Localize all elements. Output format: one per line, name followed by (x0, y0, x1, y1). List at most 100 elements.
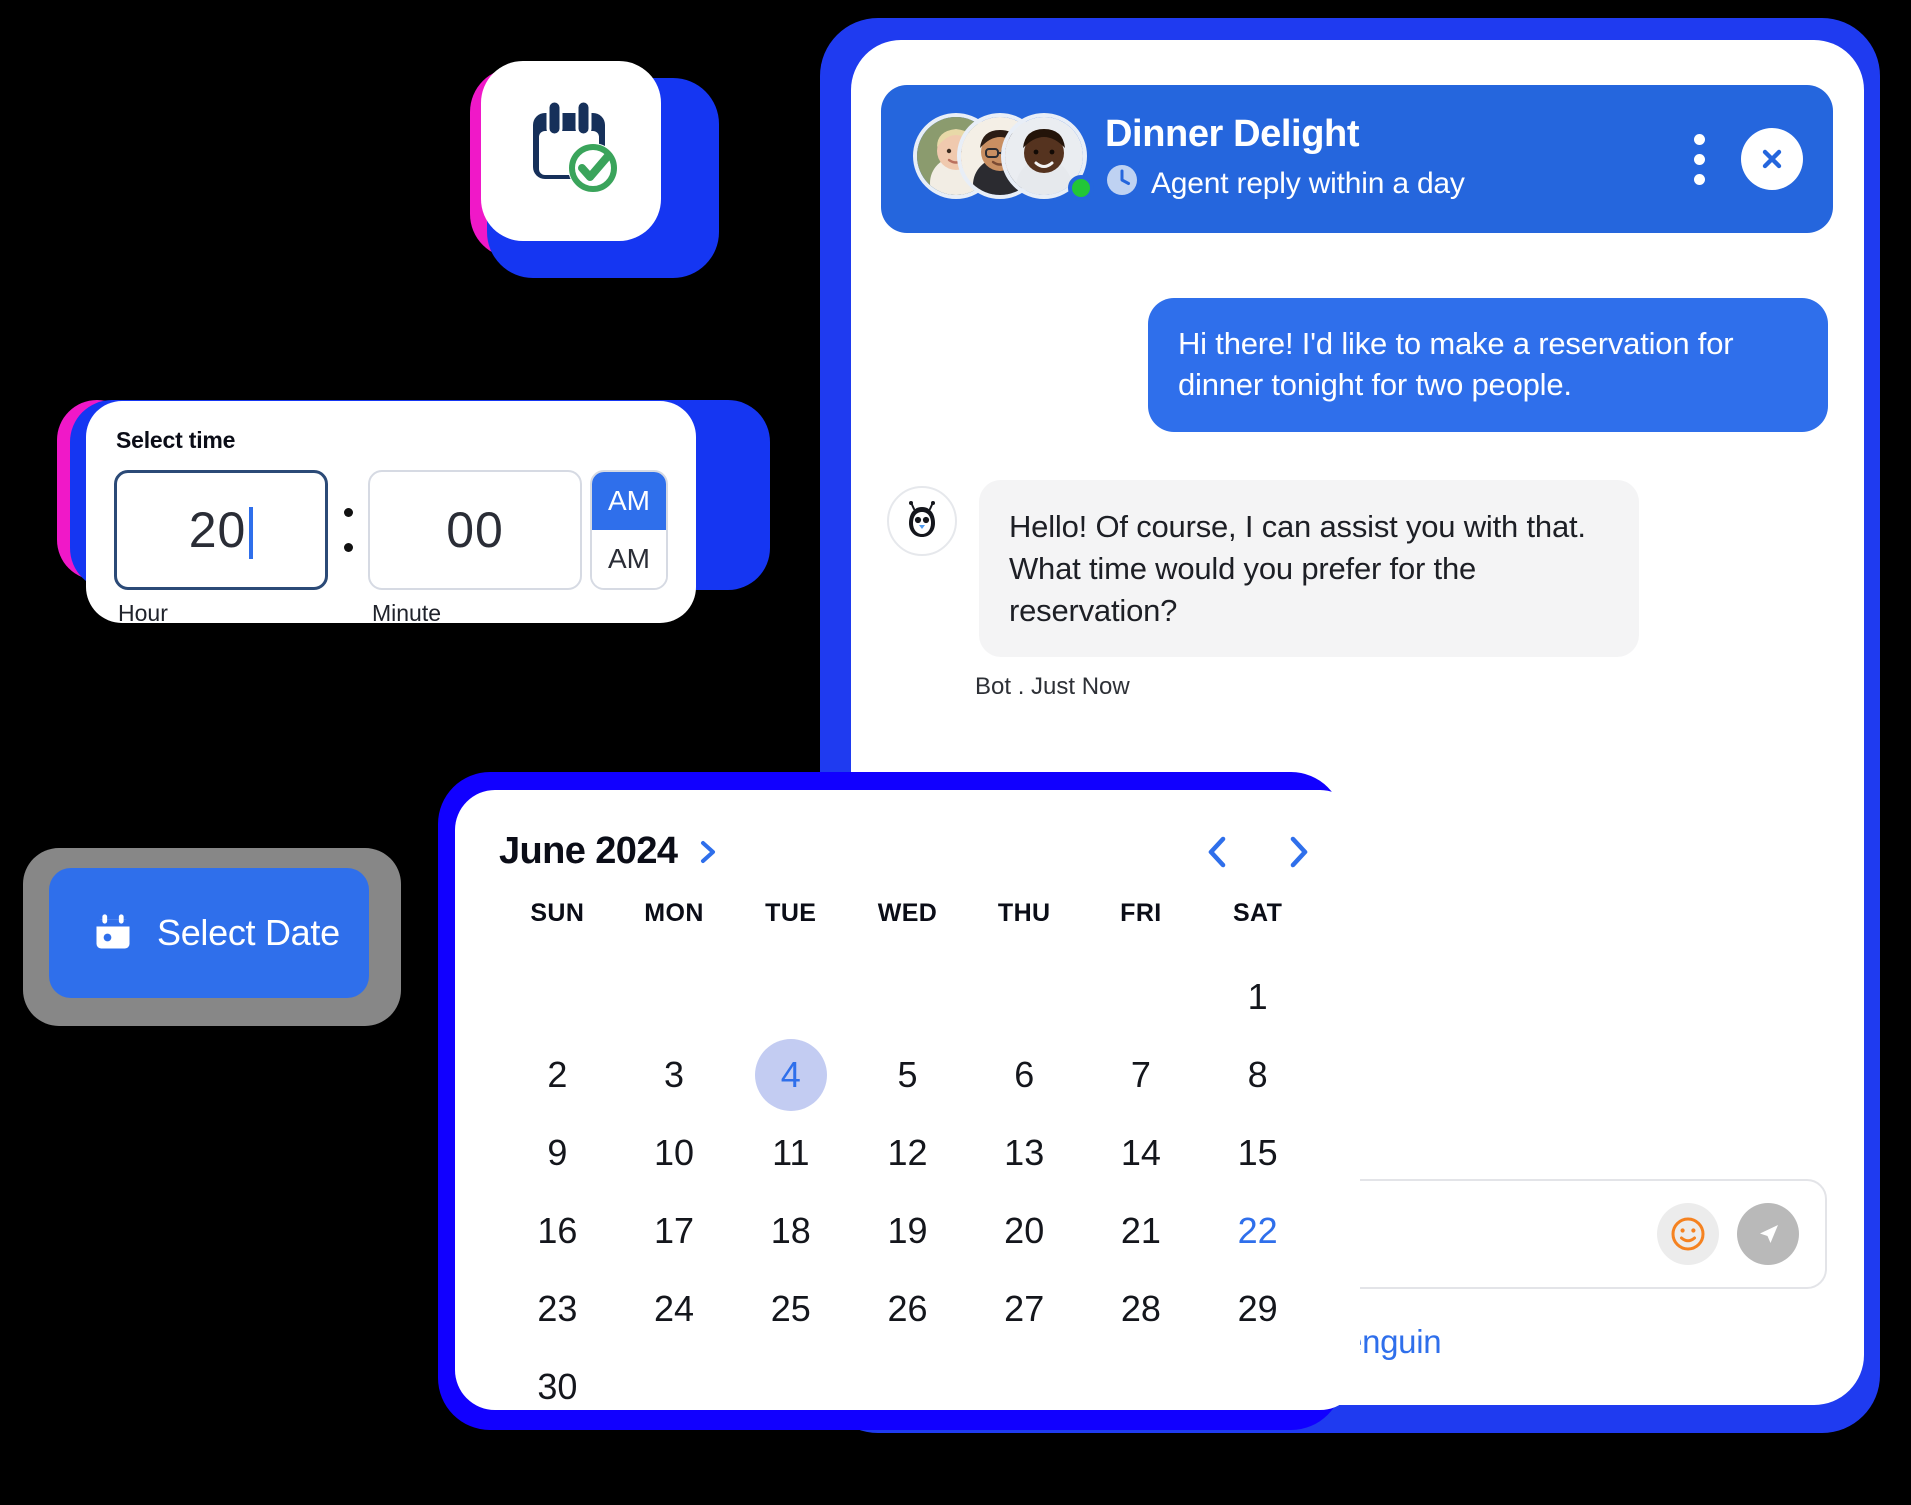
calendar-check-card (481, 61, 661, 241)
calendar-day-15[interactable]: 15 (1199, 1114, 1316, 1192)
calendar-day-24[interactable]: 24 (616, 1270, 733, 1348)
time-field-labels: Hour Minute (114, 600, 668, 627)
calendar-day-22[interactable]: 22 (1199, 1192, 1316, 1270)
calendar-day-label: 17 (654, 1210, 695, 1251)
calendar-day-label: 19 (887, 1210, 928, 1251)
calendar-day-empty (849, 958, 966, 1036)
calendar-day-label: 1 (1247, 976, 1268, 1017)
calendar-weekday-header: FRI (1120, 899, 1162, 927)
calendar-weekday-header: MON (644, 899, 704, 927)
calendar-day-13[interactable]: 13 (966, 1114, 1083, 1192)
label-spacer (328, 600, 368, 627)
calendar-day-9[interactable]: 9 (499, 1114, 616, 1192)
calendar-day-label: 5 (897, 1054, 918, 1095)
calendar-day-8[interactable]: 8 (1199, 1036, 1316, 1114)
calendar-weekday-header: THU (997, 899, 1051, 927)
calendar-day-19[interactable]: 19 (849, 1192, 966, 1270)
calendar-day-10[interactable]: 10 (616, 1114, 733, 1192)
calendar-day-empty (499, 958, 616, 1036)
calendar-day-label: 29 (1237, 1288, 1278, 1329)
calendar-day-2[interactable]: 2 (499, 1036, 616, 1114)
select-time-title: Select time (116, 427, 236, 453)
minute-value: 00 (446, 502, 504, 558)
calendar-day-14[interactable]: 14 (1083, 1114, 1200, 1192)
calendar-day-label: 9 (547, 1132, 568, 1173)
calendar-nav (1200, 832, 1316, 872)
message-row-bot: Hello! Of course, I can assist you with … (887, 479, 1828, 658)
close-icon[interactable] (1741, 128, 1803, 190)
calendar-day-27[interactable]: 27 (966, 1270, 1083, 1348)
calendar-day-6[interactable]: 6 (966, 1036, 1083, 1114)
select-time-card: Select time 20 00 AM AM Hour Minute (86, 401, 696, 626)
chevron-right-icon[interactable] (1282, 832, 1316, 872)
calendar-day-28[interactable]: 28 (1083, 1270, 1200, 1348)
calendar-day-label: 10 (654, 1132, 695, 1173)
ampm-option-other[interactable]: AM (592, 530, 666, 588)
calendar-day-label: 13 (1004, 1132, 1045, 1173)
calendar-weekday-header: SUN (530, 899, 585, 927)
calendar-day-label: 23 (537, 1288, 578, 1329)
calendar-day-empty (1083, 958, 1200, 1036)
calendar-day-11[interactable]: 11 (732, 1114, 849, 1192)
minute-input[interactable]: 00 (368, 470, 582, 590)
calendar-day-18[interactable]: 18 (732, 1192, 849, 1270)
calendar-day-20[interactable]: 20 (966, 1192, 1083, 1270)
calendar-day-label: 8 (1247, 1054, 1268, 1095)
text-caret (249, 507, 254, 559)
calendar-day-label: 4 (754, 1039, 827, 1111)
calendar-weekday-header: WED (877, 899, 938, 927)
calendar-day-empty (966, 958, 1083, 1036)
calendar-day-label: 30 (537, 1366, 578, 1407)
calendar-day-label: 15 (1237, 1132, 1278, 1173)
calendar-day-empty (616, 958, 733, 1036)
ampm-toggle[interactable]: AM AM (590, 470, 668, 590)
calendar-month-label: June 2024 (499, 830, 678, 872)
calendar-day-label: 28 (1120, 1288, 1161, 1329)
kebab-menu-icon[interactable] (1688, 128, 1711, 191)
minute-label: Minute (372, 600, 442, 626)
screen-root: Select time 20 00 AM AM Hour Minute Sele… (0, 0, 1911, 1505)
calendar-day-3[interactable]: 3 (616, 1036, 733, 1114)
date-picker-card: June 2024 SUN MON TUE WED THU FRI SAT 1 … (455, 790, 1360, 1410)
calendar-day-29[interactable]: 29 (1199, 1270, 1316, 1348)
chevron-left-icon[interactable] (1200, 832, 1234, 872)
hour-value: 20 (188, 502, 247, 558)
chevron-right-icon[interactable] (695, 837, 721, 867)
message-list: Hi there! I'd like to make a reservation… (851, 260, 1864, 701)
chat-header-actions (1688, 128, 1803, 191)
calendar-day-label: 16 (537, 1210, 578, 1251)
calendar-day-5[interactable]: 5 (849, 1036, 966, 1114)
ampm-option-selected[interactable]: AM (592, 472, 666, 530)
emoji-smiley-icon[interactable] (1657, 1203, 1719, 1265)
calendar-day-17[interactable]: 17 (616, 1192, 733, 1270)
calendar-day-label: 27 (1004, 1288, 1045, 1329)
bot-message-meta: Bot . Just Now (975, 673, 1130, 701)
calendar-day-1[interactable]: 1 (1199, 958, 1316, 1036)
calendar-day-label: 18 (770, 1210, 811, 1251)
calendar-day-12[interactable]: 12 (849, 1114, 966, 1192)
calendar-day-25[interactable]: 25 (732, 1270, 849, 1348)
calendar-day-label: 6 (1014, 1054, 1035, 1095)
calendar-day-label: 2 (547, 1054, 568, 1095)
hour-input[interactable]: 20 (114, 470, 328, 590)
select-date-button[interactable]: Select Date (49, 868, 369, 998)
chat-title: Dinner Delight (1105, 113, 1360, 156)
calendar-day-label: 24 (654, 1288, 695, 1329)
calendar-day-label: 12 (887, 1132, 928, 1173)
calendar-day-label: 7 (1130, 1054, 1151, 1095)
send-icon[interactable] (1737, 1203, 1799, 1265)
calendar-day-7[interactable]: 7 (1083, 1036, 1200, 1114)
calendar-day-23[interactable]: 23 (499, 1270, 616, 1348)
bot-message-block: Hello! Of course, I can assist you with … (979, 479, 1639, 658)
user-message-bubble: Hi there! I'd like to make a reservation… (1148, 298, 1828, 432)
chat-subtitle: Agent reply within a day (1151, 166, 1465, 200)
calendar-day-label: 20 (1004, 1210, 1045, 1251)
calendar-day-16[interactable]: 16 (499, 1192, 616, 1270)
calendar-day-26[interactable]: 26 (849, 1270, 966, 1348)
calendar-day-label: 26 (887, 1288, 928, 1329)
calendar-day-4[interactable]: 4 (732, 1036, 849, 1114)
calendar-day-30[interactable]: 30 (499, 1348, 616, 1426)
online-status-dot (1068, 175, 1094, 201)
calendar-day-21[interactable]: 21 (1083, 1192, 1200, 1270)
clock-icon (1105, 163, 1139, 205)
